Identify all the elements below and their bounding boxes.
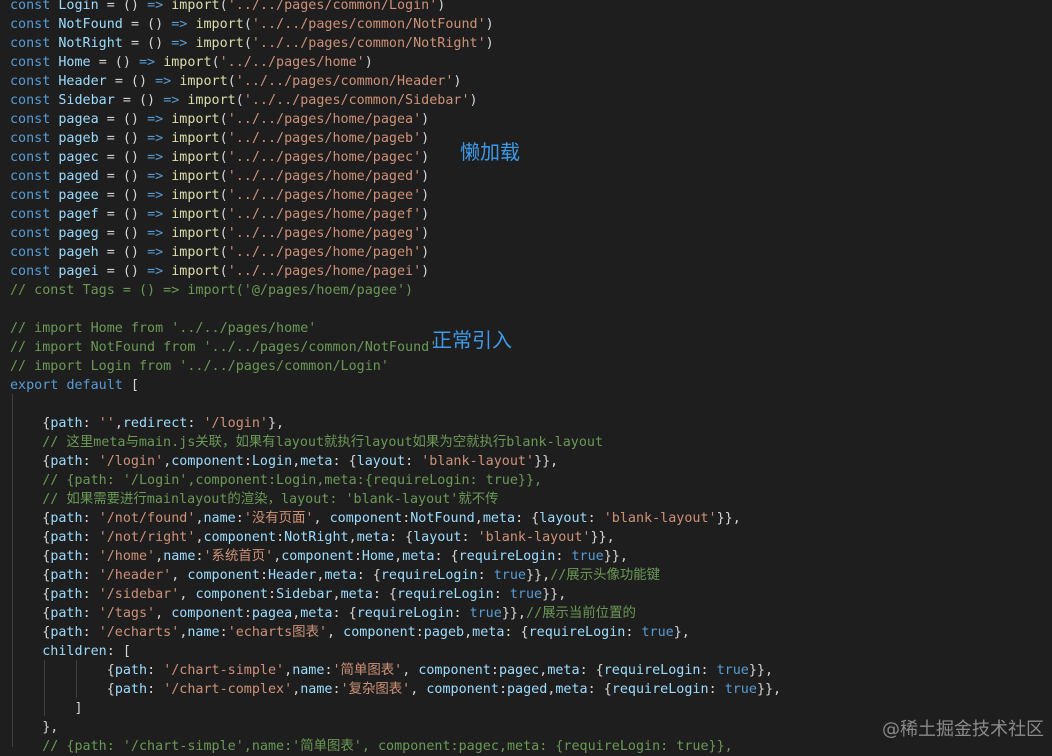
code-line[interactable]: const pagei = () => import('../../pages/… <box>10 262 429 281</box>
code-line[interactable]: {path: '/sidebar', component:Sidebar,met… <box>10 585 566 604</box>
code-line[interactable]: }, <box>10 718 58 737</box>
code-line[interactable]: {path: '/not/found',name:'没有页面', compone… <box>10 509 741 528</box>
code-line[interactable]: // import NotFound from '../../pages/com… <box>10 338 437 357</box>
code-line[interactable]: children: [ <box>10 642 131 661</box>
code-line[interactable]: {path: '/chart-complex',name:'复杂图表', com… <box>10 680 781 699</box>
watermark: @稀土掘金技术社区 <box>882 719 1044 740</box>
code-line[interactable]: const NotFound = () => import('../../pag… <box>10 15 494 34</box>
code-line[interactable]: {path: '/header', component:Header,meta:… <box>10 566 660 585</box>
code-line[interactable]: // import Login from '../../pages/common… <box>10 357 389 376</box>
code-line[interactable]: export default [ <box>10 376 139 395</box>
code-line[interactable]: const Header = () => import('../../pages… <box>10 72 461 91</box>
code-line[interactable]: const pageg = () => import('../../pages/… <box>10 224 429 243</box>
code-line[interactable]: {path: '/not/right',component:NotRight,m… <box>10 528 614 547</box>
code-line[interactable]: const paged = () => import('../../pages/… <box>10 167 429 186</box>
code-line[interactable]: const pageh = () => import('../../pages/… <box>10 243 429 262</box>
code-line[interactable]: {path: '/tags', component:pagea,meta: {r… <box>10 604 636 623</box>
code-line[interactable]: // 如果需要进行mainlayout的渲染，layout: 'blank-la… <box>10 490 498 509</box>
annotation-lazy-load: 懒加载 <box>460 140 520 164</box>
code-line[interactable]: const pagea = () => import('../../pages/… <box>10 110 429 129</box>
code-line[interactable]: const Sidebar = () => import('../../page… <box>10 91 478 110</box>
code-line[interactable]: const Home = () => import('../../pages/h… <box>10 53 373 72</box>
code-line[interactable]: {path: '/home',name:'系统首页',component:Hom… <box>10 547 628 566</box>
code-line[interactable]: // import Home from '../../pages/home' <box>10 319 316 338</box>
code-line[interactable]: // {path: '/Login',component:Login,meta:… <box>10 471 542 490</box>
code-line[interactable]: const pagec = () => import('../../pages/… <box>10 148 429 167</box>
code-line[interactable]: const Login = () => import('../../pages/… <box>10 0 445 15</box>
code-line[interactable]: const pagee = () => import('../../pages/… <box>10 186 429 205</box>
code-line[interactable]: // const Tags = () => import('@/pages/ho… <box>10 281 413 300</box>
code-line[interactable]: {path: '/echarts',name:'echarts图表', comp… <box>10 623 690 642</box>
code-line[interactable]: {path: '',redirect: '/login'}, <box>10 414 284 433</box>
annotation-normal-import: 正常引入 <box>432 328 512 352</box>
code-line[interactable]: {path: '/login',component:Login,meta: {l… <box>10 452 558 471</box>
code-line[interactable]: const NotRight = () => import('../../pag… <box>10 34 494 53</box>
code-line[interactable]: const pagef = () => import('../../pages/… <box>10 205 429 224</box>
code-line[interactable]: const pageb = () => import('../../pages/… <box>10 129 429 148</box>
code-line[interactable]: {path: '/chart-simple',name:'简单图表', comp… <box>10 661 773 680</box>
code-line[interactable]: ] <box>10 699 82 718</box>
code-editor[interactable]: const Login = () => import('../../pages/… <box>0 0 1052 754</box>
code-line[interactable]: // 这里meta与main.js关联，如果有layout就执行layout如果… <box>10 433 603 452</box>
